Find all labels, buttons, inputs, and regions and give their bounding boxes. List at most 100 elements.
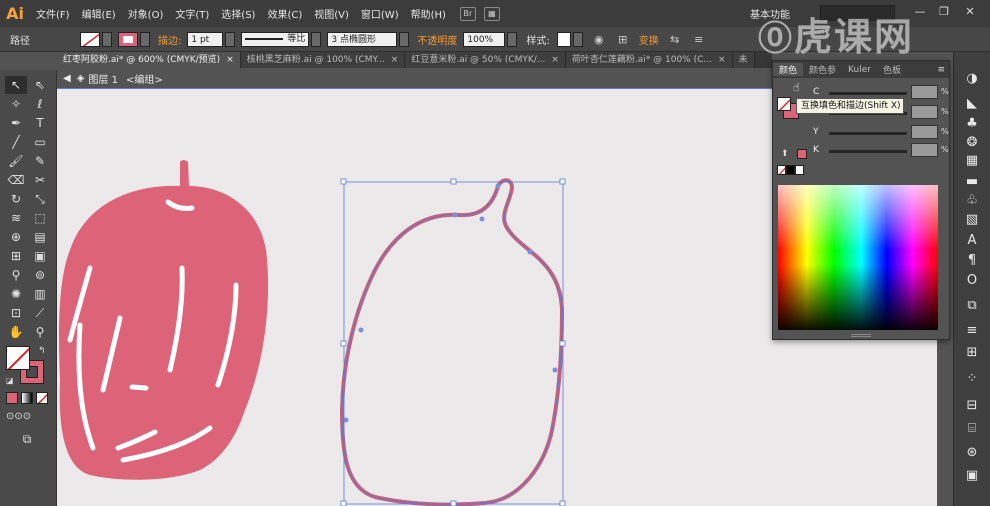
recolor-artwork-icon[interactable]: ◉ [591, 32, 607, 47]
color-spectrum[interactable] [778, 185, 938, 330]
slider-track[interactable] [829, 150, 907, 153]
filled-jujube[interactable] [59, 160, 269, 480]
align-panel-icon[interactable]: ≡ [960, 322, 984, 340]
rectangle-icon[interactable]: ▭ [29, 133, 51, 151]
tab-close-icon[interactable]: × [551, 52, 559, 68]
bridge-button[interactable]: Br [459, 6, 476, 21]
opacity-label[interactable]: 不透明度 [417, 32, 457, 47]
mesh-icon[interactable]: ⊞ [5, 247, 27, 265]
links-icon[interactable]: ⊟ [960, 397, 984, 415]
brush-definition[interactable]: 3 点椭圆形 [327, 31, 398, 47]
transform-link[interactable]: 变换 [639, 32, 659, 47]
opentype-icon[interactable]: O [960, 272, 984, 290]
tab-color[interactable]: 颜色 [773, 63, 804, 76]
stroke-weight-dropdown[interactable] [225, 31, 236, 47]
menu-type[interactable]: 文字(T) [169, 6, 215, 21]
blend-icon[interactable]: ⊚ [29, 266, 51, 284]
gradient-icon[interactable]: ▣ [29, 247, 51, 265]
jujube-outline[interactable] [339, 178, 565, 506]
perspective-grid-icon[interactable]: ▤ [29, 228, 51, 246]
color-guide-icon[interactable]: ◑ [960, 70, 984, 88]
close-button[interactable]: ✕ [960, 5, 980, 21]
scissors-icon[interactable]: ✂ [29, 171, 51, 189]
opacity-input[interactable]: 100% [463, 31, 506, 47]
anchor-points[interactable] [343, 183, 558, 423]
menu-select[interactable]: 选择(S) [215, 6, 261, 21]
fill-box[interactable] [6, 346, 30, 370]
swatches-icon[interactable]: ▦ [960, 152, 984, 170]
fill-stroke-widget[interactable]: ↰ ◪ [6, 346, 50, 388]
selection-tool-icon[interactable]: ↖ [5, 76, 27, 94]
maximize-button[interactable]: ❐ [934, 5, 954, 21]
color-icon[interactable] [6, 392, 18, 404]
eraser-icon[interactable]: ⌫ [5, 171, 27, 189]
brush-dropdown[interactable] [399, 31, 410, 47]
opacity-dropdown[interactable] [507, 31, 518, 47]
artboards-icon[interactable]: ▣ [960, 467, 984, 485]
variable-width-profile[interactable]: 等比 [241, 31, 310, 47]
scale-icon[interactable]: ⤡ [29, 190, 51, 208]
slider-track[interactable] [829, 132, 907, 135]
profile-dropdown[interactable] [311, 31, 322, 47]
none-swatch[interactable] [777, 165, 786, 175]
menu-help[interactable]: 帮助(H) [405, 6, 452, 21]
artboard-icon[interactable]: ⊡ [5, 304, 27, 322]
black-swatch[interactable] [786, 165, 795, 175]
navigator-icon[interactable]: ⊛ [960, 444, 984, 462]
stroke-label[interactable]: 描边: [158, 32, 181, 47]
tab-swatches[interactable]: 色板 [877, 63, 907, 76]
tab-kuler[interactable]: Kuler [842, 65, 877, 75]
transform-panel-icon[interactable]: ⁘ [960, 370, 984, 388]
layer-name[interactable]: 图层 1 [88, 71, 118, 86]
search-field[interactable] [820, 5, 895, 21]
isolate-icon[interactable]: ⇆ [667, 32, 683, 47]
symbol-sprayer-icon[interactable]: ✺ [5, 285, 27, 303]
panel-menu-icon[interactable]: ≡ [937, 65, 945, 75]
stroke-swatch[interactable] [118, 31, 138, 47]
menu-window[interactable]: 窗口(W) [355, 6, 405, 21]
free-transform-icon[interactable]: ⬚ [29, 209, 51, 227]
workspace-switcher[interactable]: 基本功能 [750, 6, 810, 21]
warp-icon[interactable]: ≋ [5, 209, 27, 227]
magic-wand-icon[interactable]: ✧ [5, 95, 27, 113]
type-icon[interactable]: T [29, 114, 51, 132]
tab-document-1[interactable]: 红枣阿胶粉.ai* @ 600% (CMYK/预览) × [57, 52, 241, 68]
pencil-icon[interactable]: ✎ [29, 152, 51, 170]
tab-close-icon[interactable]: × [718, 52, 726, 68]
menu-edit[interactable]: 编辑(E) [76, 6, 122, 21]
brushes-icon[interactable]: ◣ [960, 95, 984, 113]
default-fill-stroke-icon[interactable]: ◪ [6, 376, 14, 385]
style-swatch[interactable] [556, 31, 571, 47]
shape-builder-icon[interactable]: ⊕ [5, 228, 27, 246]
last-color-swatch[interactable] [797, 149, 807, 159]
paintbrush-icon[interactable]: 🖌 [5, 152, 27, 170]
screen-mode-icon[interactable]: ⧉ [16, 430, 38, 448]
stroke-icon[interactable]: ▬ [960, 173, 984, 191]
menu-file[interactable]: 文件(F) [30, 6, 76, 21]
minimize-button[interactable]: — [910, 5, 930, 21]
panel-menu-icon[interactable]: ≡ [691, 32, 707, 47]
graphic-styles-icon[interactable]: ❂ [960, 134, 984, 152]
menu-effect[interactable]: 效果(C) [261, 6, 308, 21]
tab-close-icon[interactable]: × [391, 52, 399, 68]
arrange-documents-icon[interactable]: ▦ [483, 6, 500, 21]
slider-track[interactable] [829, 92, 907, 95]
stroke-weight-input[interactable]: 1 pt [187, 31, 224, 47]
symbols-icon[interactable]: ♣ [960, 115, 984, 133]
character-icon[interactable]: A [960, 232, 984, 250]
lasso-icon[interactable]: ℓ [29, 95, 51, 113]
none-icon[interactable] [36, 392, 48, 404]
tab-document-5[interactable]: 未 [732, 52, 755, 68]
back-arrow-icon[interactable]: ◀ [63, 73, 71, 84]
rotate-icon[interactable]: ↻ [5, 190, 27, 208]
slider-value[interactable] [911, 143, 938, 157]
direct-selection-tool-icon[interactable]: ⇖ [29, 76, 51, 94]
asset-export-icon[interactable]: ⌸ [960, 420, 984, 438]
out-of-gamut-icon[interactable]: ⬆ [781, 149, 789, 159]
tab-document-3[interactable]: 红豆薏米粉.ai @ 50% (CMYK/... × [405, 52, 566, 68]
menu-view[interactable]: 视图(V) [308, 6, 355, 21]
eyedropper-icon[interactable]: ⚲ [5, 266, 27, 284]
hand-icon[interactable]: ✋ [5, 323, 27, 341]
white-swatch[interactable] [795, 165, 804, 175]
draw-mode-icon[interactable]: ⊙⊙⊙ [6, 408, 31, 426]
